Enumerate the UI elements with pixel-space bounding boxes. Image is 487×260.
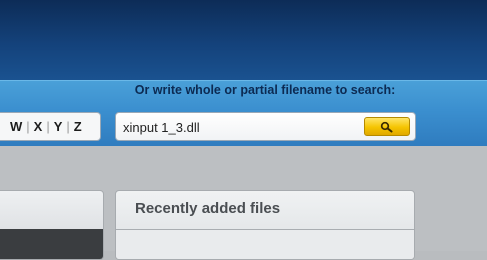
search-button[interactable] — [364, 117, 410, 136]
letter-separator: | — [66, 119, 70, 134]
search-input[interactable] — [123, 118, 353, 136]
letter-separator: | — [46, 119, 50, 134]
search-hint: Or write whole or partial filename to se… — [134, 83, 396, 97]
site-header — [0, 0, 487, 80]
letter-link-x[interactable]: X — [34, 119, 43, 134]
recent-files-panel: Recently added files — [115, 190, 415, 260]
left-panel-body — [0, 229, 103, 259]
letter-link-z[interactable]: Z — [74, 119, 82, 134]
recent-files-title: Recently added files — [135, 200, 281, 217]
left-panel — [0, 190, 104, 260]
letter-link-y[interactable]: Y — [54, 119, 63, 134]
letter-index: W | X | Y | Z — [0, 112, 101, 141]
search-box — [115, 112, 416, 141]
recent-files-list — [116, 230, 414, 259]
letter-separator: | — [26, 119, 30, 134]
content-area: Recently added files — [0, 146, 487, 260]
search-icon — [380, 121, 393, 132]
letter-link-w[interactable]: W — [10, 119, 22, 134]
search-band: Or write whole or partial filename to se… — [0, 80, 487, 146]
